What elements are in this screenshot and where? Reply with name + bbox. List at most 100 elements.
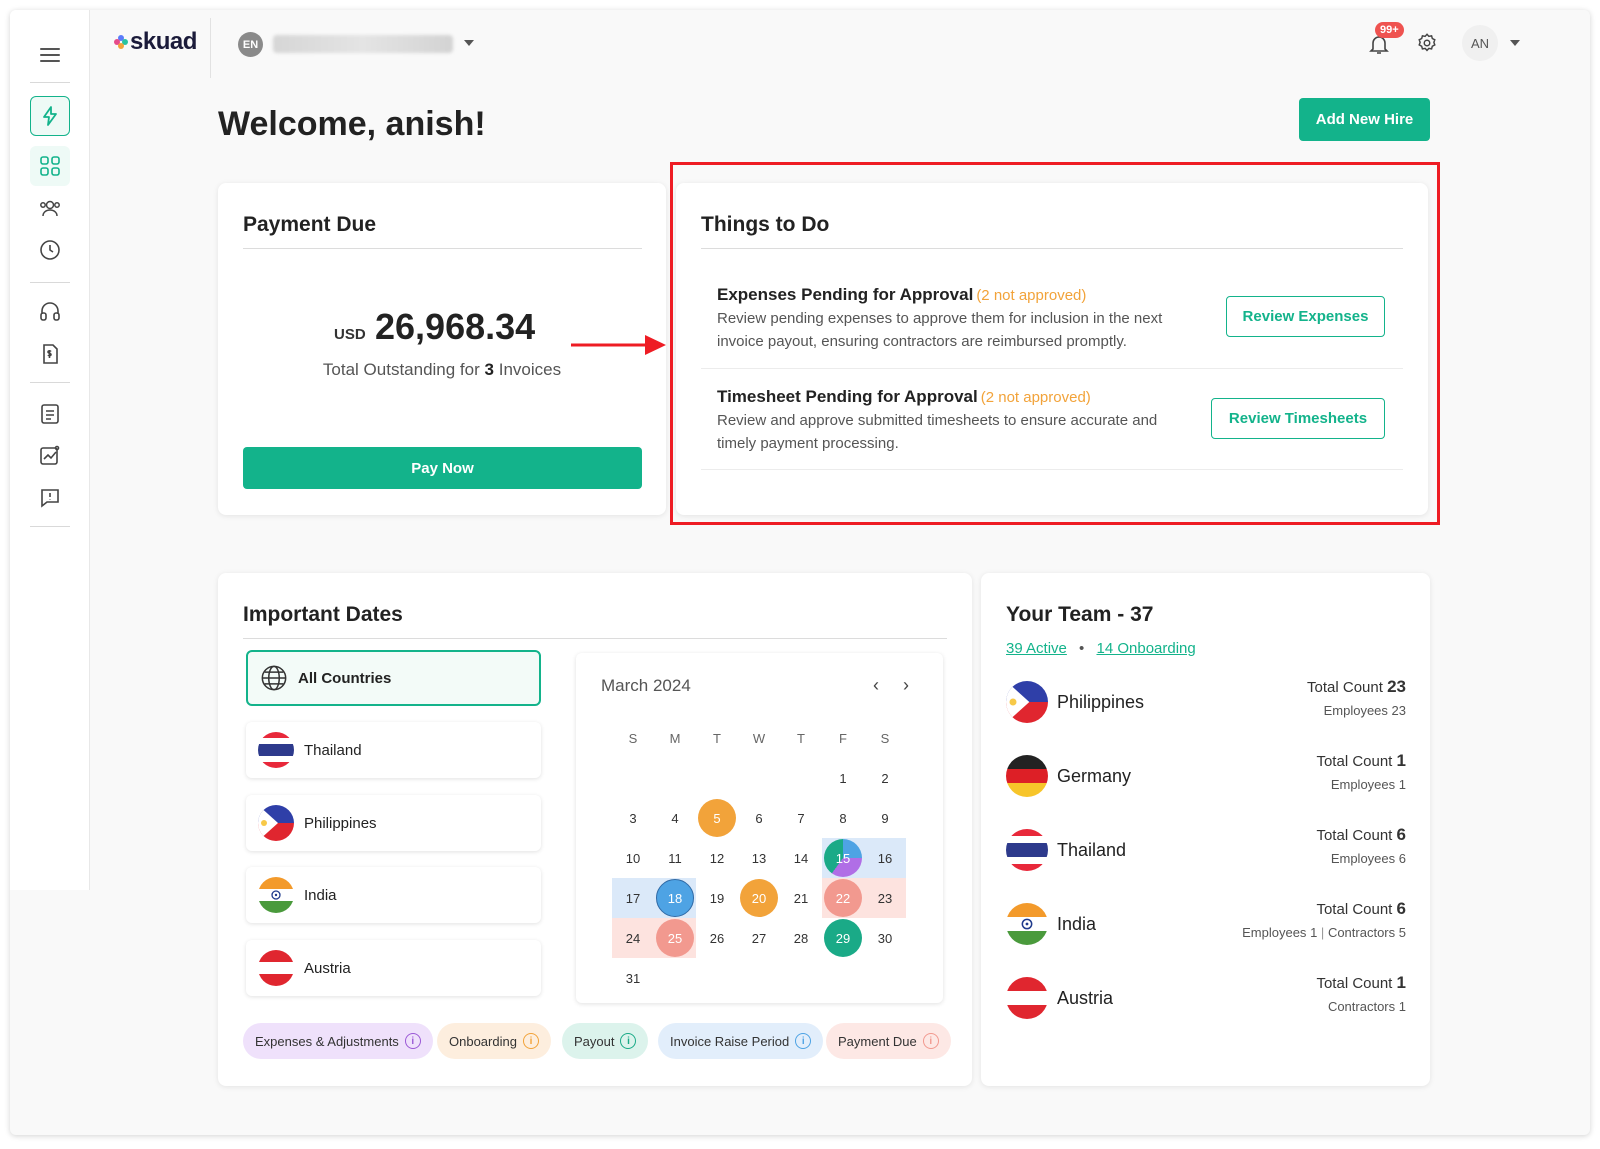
calendar-day[interactable]: 13	[738, 838, 780, 878]
calendar-day-invoice-raise[interactable]: 18	[654, 878, 696, 918]
calendar-day-payment-due[interactable]: 25	[654, 918, 696, 958]
team-row-austria[interactable]: Austria Total Count 1 Contractors 1	[1006, 973, 1406, 1021]
calendar-day-onboarding[interactable]: 5	[696, 798, 738, 838]
chevron-right-icon[interactable]: ›	[903, 675, 909, 696]
calendar-day-payment-period[interactable]: 23	[864, 878, 906, 918]
clock-icon[interactable]	[30, 230, 70, 270]
chevron-down-icon[interactable]	[464, 40, 474, 46]
calendar-day[interactable]: 12	[696, 838, 738, 878]
calendar-day-payment-due[interactable]: 22	[822, 878, 864, 918]
country-filter-philippines[interactable]: Philippines	[246, 795, 541, 851]
detail-value: 5	[1398, 925, 1406, 940]
detail-value: 6	[1398, 851, 1406, 866]
legend-label: Onboarding	[449, 1033, 517, 1049]
country-filter-india[interactable]: India	[246, 867, 541, 923]
team-detail: Employees 1	[1331, 777, 1406, 792]
support-icon[interactable]	[30, 292, 70, 332]
calendar-day[interactable]: 31	[612, 958, 654, 998]
country-filter-austria[interactable]: Austria	[246, 940, 541, 996]
legend-expenses[interactable]: Expenses & Adjustments i	[243, 1023, 433, 1059]
calendar-day-invoice-period[interactable]: 16	[864, 838, 906, 878]
annotation-arrow-icon	[571, 335, 666, 355]
calendar-day[interactable]: 21	[780, 878, 822, 918]
legend-payment-due[interactable]: Payment Due i	[826, 1023, 951, 1059]
team-row-philippines[interactable]: Philippines Total Count 23 Employees 23	[1006, 677, 1406, 725]
sidebar-divider	[30, 282, 70, 283]
detail-label: Employees	[1323, 703, 1388, 718]
calendar-day-onboarding[interactable]: 20	[738, 878, 780, 918]
calendar-day[interactable]: 26	[696, 918, 738, 958]
weekday-label: S	[628, 730, 638, 746]
workspace-name-redacted[interactable]	[273, 35, 453, 53]
globe-icon	[261, 665, 287, 691]
calendar-day-invoice-period[interactable]: 17	[612, 878, 654, 918]
total-label: Total Count	[1316, 901, 1393, 918]
calendar-day[interactable]: 1	[822, 758, 864, 798]
calendar-day[interactable]: 6	[738, 798, 780, 838]
active-link[interactable]: 39 Active	[1006, 640, 1067, 657]
detail-label: Contractors	[1327, 999, 1396, 1014]
pay-now-button[interactable]: Pay Now	[243, 447, 642, 489]
country-label: Philippines	[304, 814, 377, 832]
chevron-left-icon[interactable]: ‹	[873, 675, 879, 696]
calendar-day[interactable]: 30	[864, 918, 906, 958]
calendar-day-multi-event[interactable]: 15	[822, 838, 864, 878]
gear-icon[interactable]	[1416, 32, 1438, 54]
feedback-icon[interactable]	[30, 478, 70, 518]
team-row-thailand[interactable]: Thailand Total Count 6 Employees 6	[1006, 825, 1406, 873]
calendar-day[interactable]: 10	[612, 838, 654, 878]
calendar-day-payout[interactable]: 29	[822, 918, 864, 958]
india-flag-icon	[258, 877, 294, 913]
weekday-label: M	[669, 730, 681, 746]
header-divider	[210, 18, 211, 78]
team-icon[interactable]	[30, 188, 70, 228]
info-icon[interactable]: i	[522, 1033, 539, 1049]
info-icon[interactable]: i	[922, 1033, 939, 1049]
workspace-badge[interactable]: EN	[238, 32, 263, 57]
reports-icon[interactable]	[30, 436, 70, 476]
total-value: 1	[1396, 973, 1406, 992]
chevron-down-icon[interactable]	[1510, 40, 1520, 46]
team-country: Austria	[1057, 988, 1114, 1008]
thailand-flag-icon	[258, 732, 294, 768]
legend-onboarding[interactable]: Onboarding i	[437, 1023, 551, 1059]
detail-label: Employees	[1242, 925, 1307, 940]
card-title: Payment Due	[243, 213, 377, 236]
calendar-day[interactable]: 4	[654, 798, 696, 838]
team-country: Germany	[1057, 766, 1132, 786]
notification-badge: 99+	[1375, 22, 1404, 38]
country-filter-thailand[interactable]: Thailand	[246, 722, 541, 778]
avatar[interactable]: AN	[1462, 25, 1498, 61]
calendar-day[interactable]: 8	[822, 798, 864, 838]
menu-icon[interactable]	[40, 48, 60, 66]
calendar-day-payment-period[interactable]: 24	[612, 918, 654, 958]
onboarding-link[interactable]: 14 Onboarding	[1096, 640, 1195, 657]
calendar-day[interactable]: 7	[780, 798, 822, 838]
calendar-day[interactable]: 19	[696, 878, 738, 918]
quick-actions-icon[interactable]	[30, 96, 70, 136]
calendar-day[interactable]: 27	[738, 918, 780, 958]
skuad-logo[interactable]: skuad	[114, 28, 197, 56]
add-new-hire-button[interactable]: Add New Hire	[1299, 98, 1430, 141]
dashboard-icon[interactable]	[30, 146, 70, 186]
country-label: India	[304, 886, 337, 904]
info-icon[interactable]: i	[404, 1033, 421, 1049]
info-icon[interactable]: i	[795, 1033, 812, 1049]
legend-payout[interactable]: Payout i	[562, 1023, 649, 1059]
info-icon[interactable]: i	[620, 1033, 637, 1049]
calendar-day[interactable]: 11	[654, 838, 696, 878]
calendar-day[interactable]: 2	[864, 758, 906, 798]
country-label: All Countries	[298, 669, 392, 687]
austria-flag-icon	[258, 950, 294, 986]
country-filter-all[interactable]: All Countries	[246, 650, 541, 706]
legend-invoice-raise[interactable]: Invoice Raise Period i	[658, 1023, 824, 1059]
calendar-day[interactable]: 28	[780, 918, 822, 958]
payments-icon[interactable]	[30, 334, 70, 374]
calendar-day[interactable]: 3	[612, 798, 654, 838]
calendar-day[interactable]: 14	[780, 838, 822, 878]
total-label: Total Count	[1307, 679, 1383, 696]
team-row-india[interactable]: India Total Count 6 Employees 1 | Contra…	[1006, 899, 1406, 947]
team-row-germany[interactable]: Germany Total Count 1 Employees 1	[1006, 751, 1406, 799]
calendar-day[interactable]: 9	[864, 798, 906, 838]
documents-icon[interactable]	[30, 394, 70, 434]
